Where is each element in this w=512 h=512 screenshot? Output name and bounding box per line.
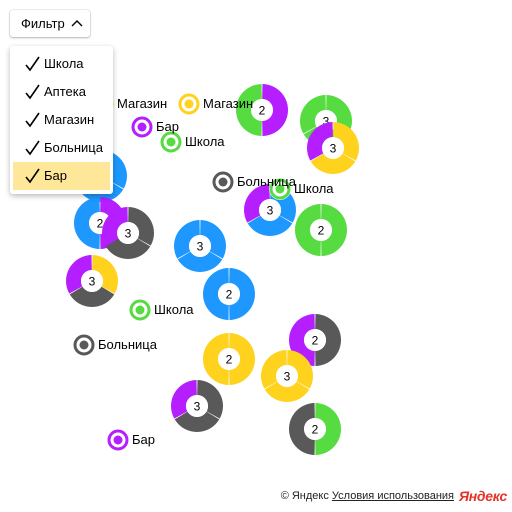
filter-dropdown: Школа Аптека Магазин Больница Бар (10, 46, 113, 194)
filter-item-shop[interactable]: Магазин (13, 106, 110, 134)
placemark-label: Школа (154, 302, 194, 317)
cluster-count: 3 (125, 227, 132, 241)
filter-item-label: Магазин (44, 112, 95, 127)
cluster-marker[interactable]: 3 (66, 255, 118, 307)
placemark-shop[interactable] (178, 93, 200, 115)
placemark-bar[interactable] (107, 429, 129, 451)
placemark-label: Бар (132, 432, 155, 447)
copyright-text: © Яндекс (280, 490, 329, 502)
filter-item-label: Бар (44, 168, 67, 183)
checkmark-icon (25, 56, 40, 72)
placemark-label: Магазин (203, 96, 254, 111)
copyright-footer: © Яндекс Условия использования (281, 490, 454, 502)
placemark-bar[interactable] (131, 116, 153, 138)
checkmark-icon (25, 84, 40, 100)
filter-item-school[interactable]: Школа (13, 50, 110, 78)
placemark-label: Школа (185, 134, 225, 149)
cluster-count: 3 (89, 275, 96, 289)
chevron-up-icon (71, 20, 83, 27)
checkmark-icon (25, 140, 40, 156)
cluster-count: 3 (194, 400, 201, 414)
yandex-logo: Яндекс (458, 488, 507, 504)
filter-button[interactable]: Фильтр (10, 10, 90, 37)
cluster-count: 2 (226, 353, 233, 367)
cluster-count: 2 (312, 334, 319, 348)
placemark-hospital[interactable] (73, 334, 95, 356)
filter-item-label: Школа (44, 56, 84, 71)
terms-link[interactable]: Условия использования (332, 490, 454, 502)
cluster-count: 2 (312, 423, 319, 437)
cluster-count: 2 (318, 224, 325, 238)
cluster-count: 3 (330, 142, 337, 156)
cluster-count: 2 (259, 104, 266, 118)
cluster-marker[interactable]: 3 (102, 207, 155, 259)
cluster-count: 3 (267, 204, 274, 218)
filter-item-hospital[interactable]: Больница (13, 134, 110, 162)
filter-item-label: Аптека (44, 84, 86, 99)
cluster-count: 3 (197, 240, 204, 254)
cluster-marker[interactable]: 3 (261, 350, 314, 403)
cluster-marker[interactable]: 3 (171, 380, 223, 432)
filter-item-pharmacy[interactable]: Аптека (13, 78, 110, 106)
filter-item-label: Больница (44, 140, 103, 155)
cluster-marker[interactable]: 3 (174, 220, 227, 272)
placemark-label: Бар (156, 119, 179, 134)
placemark-hospital[interactable] (212, 171, 234, 193)
placemark-school[interactable] (129, 299, 151, 321)
cluster-marker[interactable]: 2 (202, 333, 256, 385)
checkmark-icon (25, 112, 40, 128)
filter-button-label: Фильтр (21, 16, 65, 31)
cluster-count: 3 (284, 370, 291, 384)
cluster-marker[interactable]: 2 (288, 403, 342, 455)
placemark-label: Больница (237, 174, 296, 189)
placemark-label: Школа (294, 181, 334, 196)
placemark-label: Больница (98, 337, 157, 352)
checkmark-icon (25, 168, 40, 184)
filter-item-bar[interactable]: Бар (13, 162, 110, 190)
cluster-count: 2 (226, 288, 233, 302)
placemark-label: Магазин (117, 96, 168, 111)
cluster-marker[interactable]: 2 (202, 268, 256, 320)
cluster-marker[interactable]: 2 (295, 204, 347, 256)
